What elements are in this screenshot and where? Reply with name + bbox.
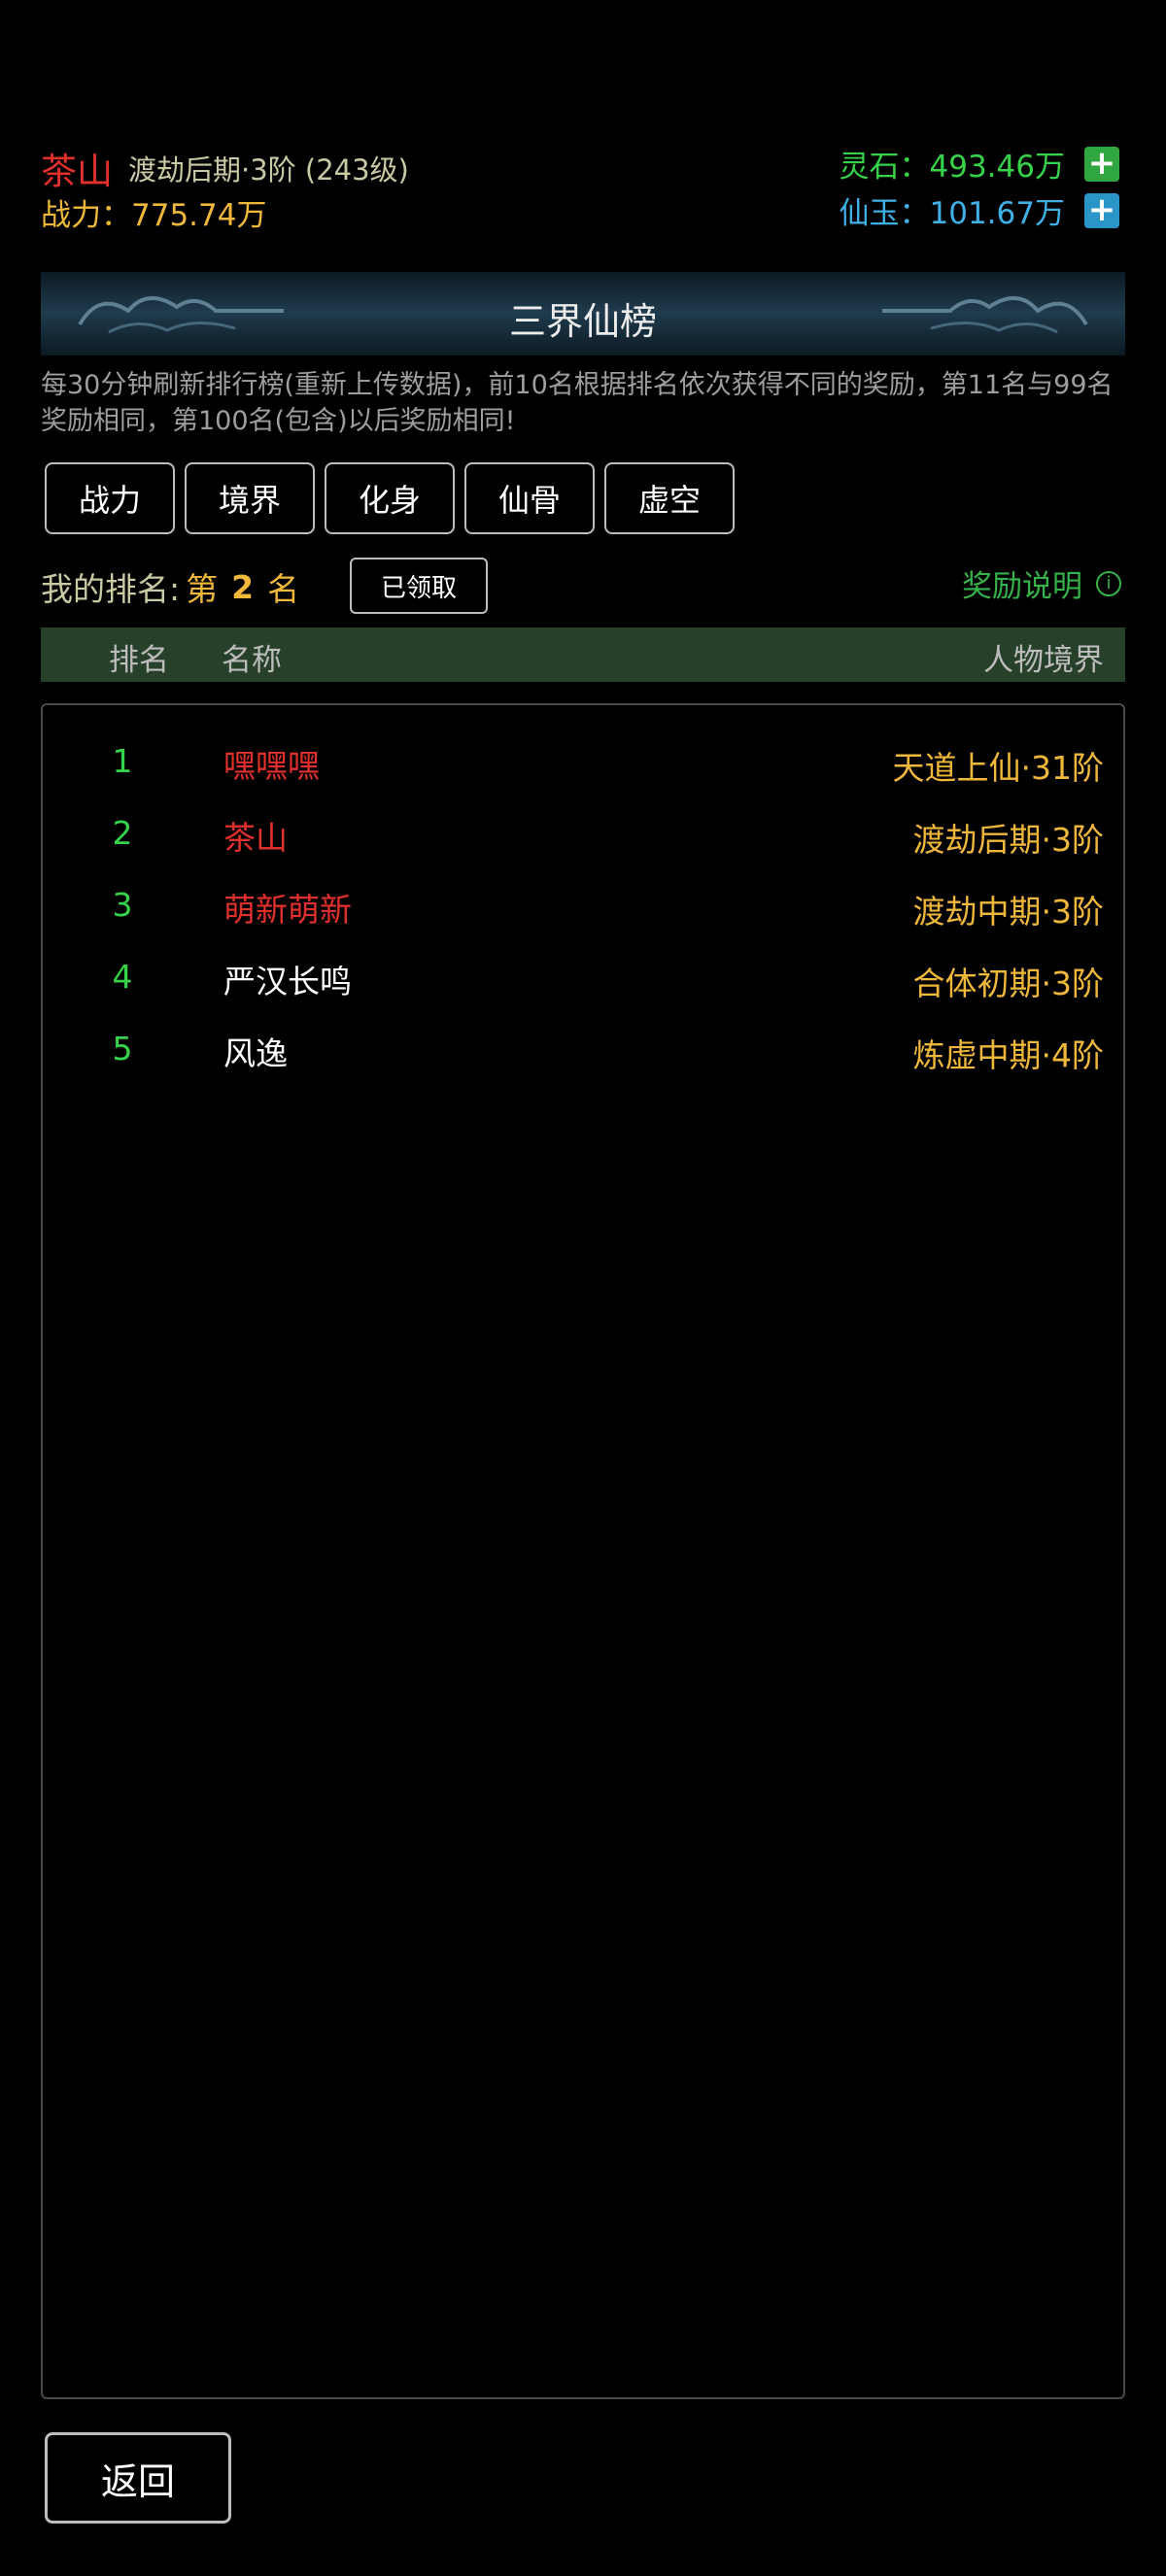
row-realm: 合体初期·3阶 bbox=[912, 965, 1105, 1002]
lingshi-resource: 灵石：493.46万 + bbox=[840, 142, 1119, 186]
tab-power[interactable]: 战力 bbox=[45, 462, 175, 534]
row-name: 风逸 bbox=[223, 1034, 288, 1072]
column-header-rank: 排名 bbox=[109, 643, 169, 678]
my-rank-label: 我的排名: bbox=[41, 570, 181, 608]
lingshi-add-button[interactable]: + bbox=[1084, 146, 1119, 182]
lingshi-text: 灵石：493.46万 bbox=[840, 142, 1065, 186]
row-realm: 渡劫中期·3阶 bbox=[912, 893, 1105, 931]
reward-info-label: 奖励说明 bbox=[962, 569, 1082, 604]
my-rank-prefix: 第 bbox=[186, 570, 219, 608]
table-row[interactable]: 5 风逸 炼虚中期·4阶 bbox=[43, 1012, 1123, 1084]
row-name: 茶山 bbox=[223, 819, 288, 857]
row-rank: 2 bbox=[112, 814, 133, 852]
xianyu-label: 仙玉： bbox=[839, 196, 930, 231]
power-label: 战力： bbox=[41, 198, 131, 233]
xianyu-value: 101.67万 bbox=[929, 196, 1065, 231]
table-row[interactable]: 3 萌新萌新 渡劫中期·3阶 bbox=[43, 868, 1123, 940]
xianyu-resource: 仙玉：101.67万 + bbox=[840, 188, 1119, 232]
row-realm: 炼虚中期·4阶 bbox=[912, 1036, 1105, 1074]
column-header-realm: 人物境界 bbox=[983, 643, 1104, 678]
row-name: 嘿嘿嘿 bbox=[223, 747, 320, 785]
table-row[interactable]: 4 严汉长鸣 合体初期·3阶 bbox=[43, 940, 1123, 1012]
tab-immortal-bone[interactable]: 仙骨 bbox=[464, 462, 595, 534]
power-stat: 战力：775.74万 bbox=[41, 190, 266, 234]
player-name: 茶山 bbox=[41, 151, 113, 192]
player-realm: 渡劫后期·3阶 (243级) bbox=[128, 153, 409, 186]
back-button[interactable]: 返回 bbox=[45, 2432, 231, 2524]
column-header-name: 名称 bbox=[222, 643, 282, 678]
my-rank-suffix: 名 bbox=[267, 570, 300, 608]
ranking-list[interactable]: 1 嘿嘿嘿 天道上仙·31阶 2 茶山 渡劫后期·3阶 3 萌新萌新 渡劫中期·… bbox=[41, 703, 1125, 2399]
tab-avatar[interactable]: 化身 bbox=[325, 462, 455, 534]
lingshi-label: 灵石： bbox=[839, 150, 930, 185]
row-rank: 1 bbox=[112, 742, 133, 780]
reward-info-link[interactable]: 奖励说明 i bbox=[962, 561, 1121, 605]
table-header: 排名 名称 人物境界 bbox=[41, 627, 1125, 682]
info-icon: i bbox=[1096, 570, 1121, 596]
row-rank: 4 bbox=[112, 958, 133, 996]
table-row[interactable]: 2 茶山 渡劫后期·3阶 bbox=[43, 797, 1123, 868]
category-tabs: 战力 境界 化身 仙骨 虚空 bbox=[45, 462, 735, 534]
row-realm: 天道上仙·31阶 bbox=[892, 749, 1104, 787]
tab-void[interactable]: 虚空 bbox=[604, 462, 735, 534]
power-value: 775.74万 bbox=[131, 198, 267, 233]
lingshi-value: 493.46万 bbox=[929, 150, 1065, 185]
xianyu-text: 仙玉：101.67万 bbox=[840, 188, 1065, 232]
claimed-button[interactable]: 已领取 bbox=[350, 558, 488, 614]
row-rank: 5 bbox=[112, 1030, 133, 1068]
row-name: 严汉长鸣 bbox=[223, 963, 352, 1000]
tab-realm[interactable]: 境界 bbox=[185, 462, 315, 534]
refresh-notice: 每30分钟刷新排行榜(重新上传数据)，前10名根据排名依次获得不同的奖励，第11… bbox=[41, 370, 1114, 436]
row-realm: 渡劫后期·3阶 bbox=[912, 821, 1105, 859]
row-name: 萌新萌新 bbox=[223, 891, 352, 929]
table-row[interactable]: 1 嘿嘿嘿 天道上仙·31阶 bbox=[43, 725, 1123, 797]
row-rank: 3 bbox=[112, 886, 133, 924]
cloud-ornament-icon bbox=[882, 296, 1088, 334]
my-rank-value: 2 bbox=[231, 567, 255, 606]
ranking-banner: 三界仙榜 bbox=[41, 272, 1125, 356]
xianyu-add-button[interactable]: + bbox=[1084, 192, 1119, 228]
my-rank: 我的排名: 第 2 名 bbox=[41, 563, 299, 610]
